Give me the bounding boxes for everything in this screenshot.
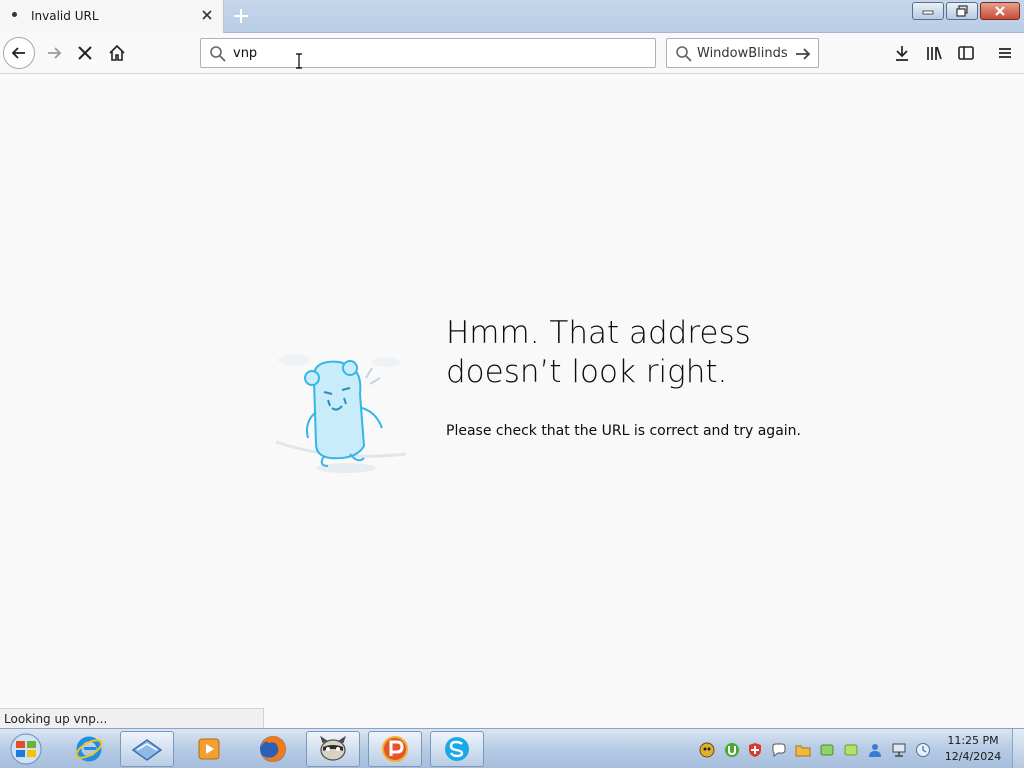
tab-close-icon[interactable]: [198, 6, 216, 24]
text-cursor-icon: [295, 53, 303, 73]
downloads-button[interactable]: [891, 42, 913, 64]
stop-button[interactable]: [69, 37, 101, 69]
start-button[interactable]: [6, 732, 46, 766]
tab-loading-icon: [12, 12, 17, 17]
navigation-bar: WindowBlinds: [0, 33, 1024, 74]
sidebar-button[interactable]: [955, 42, 977, 64]
green-leaf-icon[interactable]: [819, 742, 835, 758]
clock-app-icon[interactable]: [915, 742, 931, 758]
status-panel: Looking up vnp...: [0, 708, 264, 728]
arrow-right-icon[interactable]: [794, 45, 812, 67]
hamburger-menu-icon: [999, 48, 1011, 58]
new-tab-plus-icon[interactable]: [230, 5, 252, 27]
stop-icon: [78, 46, 92, 60]
restore-button[interactable]: [946, 2, 978, 20]
firefox-icon: [260, 736, 286, 762]
chat-icon[interactable]: [771, 742, 787, 758]
tab-title: Invalid URL: [31, 9, 99, 23]
error-title: Hmm. That address doesn’t look right.: [446, 315, 751, 390]
taskbar-media-player[interactable]: [182, 731, 236, 767]
clock-date: 12/4/2024: [944, 750, 1002, 763]
folder-icon[interactable]: [795, 742, 811, 758]
error-illustration: [266, 342, 416, 482]
home-icon: [109, 44, 125, 61]
menu-button[interactable]: [994, 42, 1016, 64]
search-icon: [209, 45, 227, 67]
search-engine-label: WindowBlinds: [697, 46, 788, 61]
forward-button[interactable]: [38, 37, 70, 69]
taskbar-clock[interactable]: 11:25 PM 12/4/2024: [936, 733, 1010, 765]
download-icon: [896, 46, 908, 61]
skype-icon: [445, 737, 469, 761]
taskbar: 11:25 PM 12/4/2024: [0, 728, 1024, 768]
tray-app-icon[interactable]: [699, 742, 715, 758]
windows-start-icon: [10, 733, 42, 765]
home-button[interactable]: [101, 37, 133, 69]
library-icon: [927, 46, 942, 60]
taskbar-p-app[interactable]: [368, 731, 422, 767]
search-bar[interactable]: WindowBlinds: [666, 38, 819, 68]
windowblinds-icon: [131, 739, 163, 761]
internet-explorer-icon: [75, 736, 103, 762]
utorrent-icon[interactable]: [724, 742, 740, 758]
tab-invalid-url[interactable]: Invalid URL: [0, 0, 224, 34]
forward-arrow-icon: [48, 47, 62, 59]
address-input[interactable]: [233, 44, 633, 62]
library-button[interactable]: [923, 42, 945, 64]
minimize-button[interactable]: [912, 2, 944, 20]
taskbar-windowblinds[interactable]: [120, 731, 174, 767]
taskbar-skype[interactable]: [430, 731, 484, 767]
show-desktop-button[interactable]: [1012, 729, 1024, 768]
taskbar-internet-explorer[interactable]: [62, 731, 116, 767]
search-icon: [675, 45, 693, 67]
close-window-button[interactable]: [980, 2, 1020, 20]
taskbar-raccoon-app[interactable]: [306, 731, 360, 767]
window-controls: [910, 2, 1020, 20]
sidebar-icon: [958, 46, 974, 60]
app-p-icon: [382, 736, 408, 762]
address-bar[interactable]: [200, 38, 656, 69]
error-description: Please check that the URL is correct and…: [446, 423, 801, 439]
shield-icon[interactable]: [747, 742, 763, 758]
raccoon-app-icon: [320, 735, 346, 761]
green-leaf-icon[interactable]: [843, 742, 859, 758]
network-user-icon[interactable]: [867, 742, 883, 758]
tab-strip: Invalid URL: [0, 0, 1024, 34]
back-button[interactable]: [3, 37, 35, 69]
taskbar-firefox[interactable]: [246, 731, 300, 767]
page-content: Hmm. That address doesn’t look right. Pl…: [0, 74, 1024, 728]
network-icon[interactable]: [891, 742, 907, 758]
media-player-icon: [198, 738, 220, 760]
back-arrow-icon: [11, 47, 25, 59]
clock-time: 11:25 PM: [947, 734, 999, 747]
